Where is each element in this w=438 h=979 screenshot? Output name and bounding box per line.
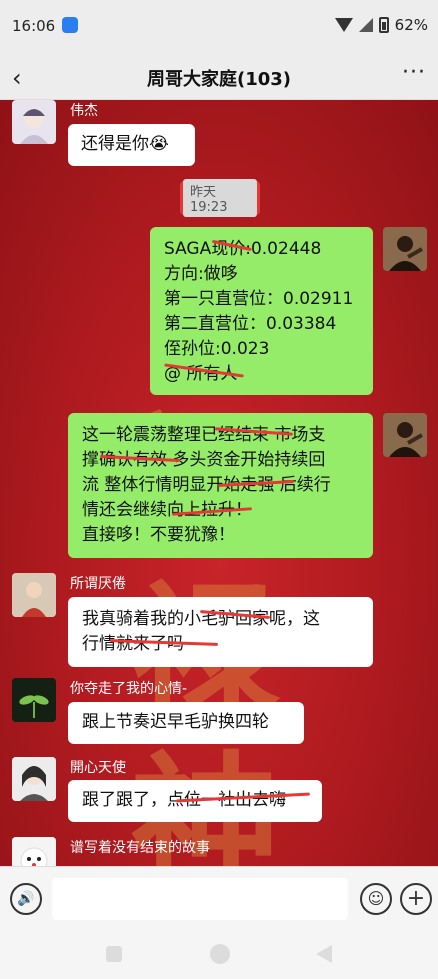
- message-bubble[interactable]: 我真骑着我的小毛驴回家呢，这 行情就来了吗: [68, 597, 373, 667]
- avatar-self[interactable]: [383, 413, 427, 457]
- plus-icon[interactable]: +: [400, 883, 432, 915]
- message-bubble[interactable]: 还得是你😭: [68, 124, 195, 166]
- sender-name: 開心天使: [70, 760, 126, 776]
- battery-level: 62%: [394, 16, 428, 34]
- battery-icon: [378, 17, 389, 33]
- timestamp-highlight: 昨天 19:23: [180, 179, 260, 217]
- input-bar: 🔊 ☺ +: [0, 866, 438, 930]
- home-icon[interactable]: [210, 944, 230, 964]
- chat-area[interactable]: 福禄神 伟杰 还得是你😭 昨天 19:23 SAGA现价:0.02448 方向:…: [0, 100, 438, 866]
- wifi-icon: [334, 18, 353, 32]
- message-bubble[interactable]: 跟上节奏迟早毛驴换四轮: [68, 702, 304, 744]
- avatar[interactable]: [12, 757, 56, 801]
- sender-name: 你夺走了我的心情-: [70, 681, 188, 697]
- status-icons: 62%: [334, 16, 428, 34]
- sender-name: 伟杰: [70, 103, 98, 119]
- message-text: SAGA现价:0.02448 方向:做哆 第一只直营位：0.02911 第二直营…: [164, 239, 354, 384]
- status-time: 16:06: [12, 17, 56, 35]
- avatar[interactable]: [12, 100, 56, 144]
- message-input[interactable]: [52, 878, 348, 920]
- signal-icon: [358, 18, 373, 32]
- back-icon[interactable]: [316, 945, 332, 963]
- chat-title: 周哥大家庭(103): [146, 69, 292, 90]
- message-bubble-self[interactable]: SAGA现价:0.02448 方向:做哆 第一只直营位：0.02911 第二直营…: [150, 227, 373, 395]
- avatar-self[interactable]: [383, 227, 427, 271]
- recent-apps-icon[interactable]: [106, 946, 122, 962]
- avatar[interactable]: [12, 837, 56, 866]
- timestamp: 昨天 19:23: [183, 179, 257, 217]
- sender-name: 谱写着没有结束的故事: [70, 840, 210, 856]
- avatar[interactable]: [12, 573, 56, 617]
- emoji-icon[interactable]: ☺: [360, 883, 392, 915]
- chat-header: ‹ 周哥大家庭(103) ···: [0, 54, 438, 100]
- more-options-icon[interactable]: ···: [402, 60, 426, 85]
- message-text: 跟上节奏迟早毛驴换四轮: [82, 712, 269, 732]
- app-notification-icon: [62, 17, 78, 33]
- message-text: 还得是你😭: [81, 134, 169, 154]
- avatar[interactable]: [12, 678, 56, 722]
- voice-input-icon[interactable]: 🔊: [10, 883, 42, 915]
- sender-name: 所谓厌倦: [70, 576, 126, 592]
- system-nav-bar: [0, 930, 438, 979]
- status-bar: 16:06 62%: [0, 0, 438, 54]
